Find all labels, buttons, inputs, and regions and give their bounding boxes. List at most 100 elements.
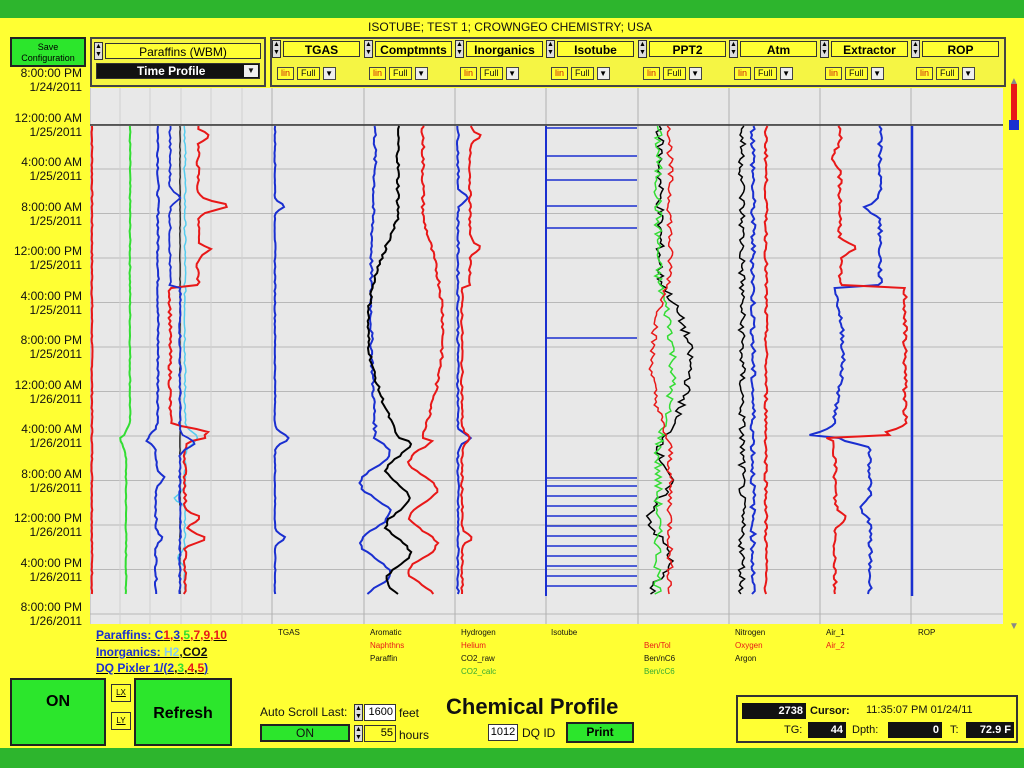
profile-plot[interactable] <box>90 88 1003 624</box>
comptmnts-spinner[interactable]: ▲ ▼ <box>364 40 373 58</box>
extractor-spinner[interactable]: ▲ ▼ <box>820 40 829 58</box>
time-tick-label: 12:00:00 AM 1/26/2011 <box>14 377 82 406</box>
rop-scale-lin[interactable]: lin <box>916 66 934 80</box>
chevron-down-icon[interactable]: ▼ <box>414 66 428 80</box>
time-tick-label: 8:00:00 PM 1/24/2011 <box>20 66 82 94</box>
paraffin-legend: Paraffin <box>370 654 398 663</box>
time-tick-label: 8:00:00 PM 1/26/2011 <box>20 600 82 628</box>
isotube-range-full[interactable]: Full <box>571 66 594 80</box>
tgas-spinner[interactable]: ▲ ▼ <box>272 40 281 58</box>
hours-spinner[interactable]: ▲ ▼ <box>354 725 363 742</box>
argon-legend: Argon <box>735 654 757 663</box>
time-tick-label: 12:00:00 PM 1/26/2011 <box>13 511 82 539</box>
comptmnts-range-full[interactable]: Full <box>389 66 412 80</box>
print-button[interactable]: Print <box>566 722 634 743</box>
cursor-time: 11:35:07 PM 01/24/11 <box>866 704 973 716</box>
paraffins-spinner[interactable]: ▲ ▼ <box>94 42 103 60</box>
nitrogen-legend: Nitrogen <box>735 628 766 637</box>
naphthns-legend: Naphthns <box>370 641 405 650</box>
status-panel: 2738 Cursor: 11:35:07 PM 01/24/11 TG: 44… <box>736 695 1018 743</box>
chevron-down-icon[interactable]: ▼ <box>322 66 336 80</box>
ppt2-spinner[interactable]: ▲ ▼ <box>638 40 647 58</box>
atm-range-full[interactable]: Full <box>754 66 777 80</box>
extractor-range-full[interactable]: Full <box>845 66 868 80</box>
time-profile-select[interactable]: Time Profile ▼ <box>96 63 260 79</box>
inorganics-legend: Inorganics: H2,CO2 <box>96 645 208 659</box>
scroll-track[interactable] <box>1011 84 1017 120</box>
auto-scroll-toggle[interactable]: ON <box>260 724 350 742</box>
paraffin-c1-curve <box>90 125 94 595</box>
time-tick-label: 8:00:00 PM 1/25/2011 <box>20 333 82 361</box>
chevron-down-icon[interactable]: ▼ <box>596 66 610 80</box>
dq-id-label: DQ ID <box>522 726 556 740</box>
ben-cc6-legend: Ben/cC6 <box>644 667 675 676</box>
inorganics-spinner[interactable]: ▲ ▼ <box>455 40 464 58</box>
helium-legend: Helium <box>461 641 486 650</box>
feet-input[interactable]: 1600 <box>364 704 396 721</box>
time-tick-label: 8:00:00 AM 1/26/2011 <box>21 466 82 495</box>
hours-input[interactable]: 55 <box>364 725 396 742</box>
extractor-scale-lin[interactable]: lin <box>825 66 843 80</box>
comptmnts-track-select[interactable]: Comptmnts <box>375 41 452 57</box>
aromatic-legend: Aromatic <box>370 628 402 637</box>
chevron-down-icon[interactable]: ▼ <box>779 66 793 80</box>
paraffins-select[interactable]: Paraffins (WBM) <box>105 43 261 59</box>
ben-tol-legend: Ben/Tol <box>644 641 671 650</box>
lx-button[interactable]: LX <box>111 684 131 702</box>
oxygen-legend: Oxygen <box>735 641 763 650</box>
ppt2-track-select[interactable]: PPT2 <box>649 41 726 57</box>
chevron-down-icon[interactable]: ▼ <box>870 66 884 80</box>
chevron-down-icon[interactable]: ▼ <box>688 66 702 80</box>
refresh-button[interactable]: Refresh <box>134 678 232 746</box>
rop-track-select[interactable]: ROP <box>922 41 999 57</box>
tgas-range-full[interactable]: Full <box>297 66 320 80</box>
inorganics-scale-lin[interactable]: lin <box>460 66 478 80</box>
rop-range-full[interactable]: Full <box>936 66 959 80</box>
ppt2-scale-lin[interactable]: lin <box>643 66 661 80</box>
co2-calc-legend: CO2_calc <box>461 667 497 676</box>
time-tick-label: 12:00:00 AM 1/25/2011 <box>14 110 82 139</box>
ppt2-range-full[interactable]: Full <box>663 66 686 80</box>
tg-label: TG: <box>784 724 803 736</box>
ly-button[interactable]: LY <box>111 712 131 730</box>
save-configuration-button[interactable]: Save Configuration <box>10 37 86 67</box>
temp-label: T: <box>950 724 959 736</box>
isotube-track-select[interactable]: Isotube <box>557 41 634 57</box>
rop-spinner[interactable]: ▲ ▼ <box>911 40 920 58</box>
inorganics-track-select[interactable]: Inorganics <box>466 41 543 57</box>
isotube-scale-lin[interactable]: lin <box>551 66 569 80</box>
scroll-thumb[interactable] <box>1009 120 1019 130</box>
tgas-track-select[interactable]: TGAS <box>283 41 360 57</box>
ben-nc6-legend: Ben/nC6 <box>644 654 676 663</box>
vertical-scrollbar[interactable]: ▲ ▼ <box>1006 76 1022 632</box>
time-tick-label: 4:00:00 AM 1/25/2011 <box>21 155 82 183</box>
chemical-profile-title: Chemical Profile <box>446 694 619 719</box>
tgas-scale-lin[interactable]: lin <box>277 66 295 80</box>
feet-spinner[interactable]: ▲ ▼ <box>354 704 363 721</box>
co2-raw-legend: CO2_raw <box>461 654 495 663</box>
isotube-spinner[interactable]: ▲ ▼ <box>546 40 555 58</box>
inorganics-range-full[interactable]: Full <box>480 66 503 80</box>
air2-legend: Air_2 <box>826 641 845 650</box>
dq-id-input[interactable]: 1012 <box>488 724 518 741</box>
tg-value: 44 <box>808 722 846 738</box>
atm-spinner[interactable]: ▲ ▼ <box>729 40 738 58</box>
comptmnts-scale-lin[interactable]: lin <box>369 66 387 80</box>
time-profile-label: Time Profile <box>137 64 206 78</box>
paraffins-header: ▲ ▼ Paraffins (WBM) Time Profile ▼ <box>90 37 266 87</box>
temp-value: 72.9 F <box>966 722 1014 738</box>
scroll-down-icon[interactable]: ▼ <box>1009 621 1019 632</box>
atm-track-select[interactable]: Atm <box>740 41 817 57</box>
dq-pixler-legend: DQ Pixler 1/(2,3,4,5) <box>96 661 209 675</box>
depth-value: 0 <box>888 722 942 738</box>
time-tick-label: 4:00:00 PM 1/25/2011 <box>20 288 82 317</box>
extractor-track-select[interactable]: Extractor <box>831 41 908 57</box>
chevron-down-icon[interactable]: ▼ <box>505 66 519 80</box>
time-tick-label: 4:00:00 PM 1/26/2011 <box>20 555 82 584</box>
tgas-legend: TGAS <box>278 628 300 637</box>
air1-legend: Air_1 <box>826 628 845 637</box>
chevron-down-icon[interactable]: ▼ <box>961 66 975 80</box>
cursor-label: Cursor: <box>810 705 850 717</box>
atm-scale-lin[interactable]: lin <box>734 66 752 80</box>
on-button[interactable]: ON <box>10 678 106 746</box>
